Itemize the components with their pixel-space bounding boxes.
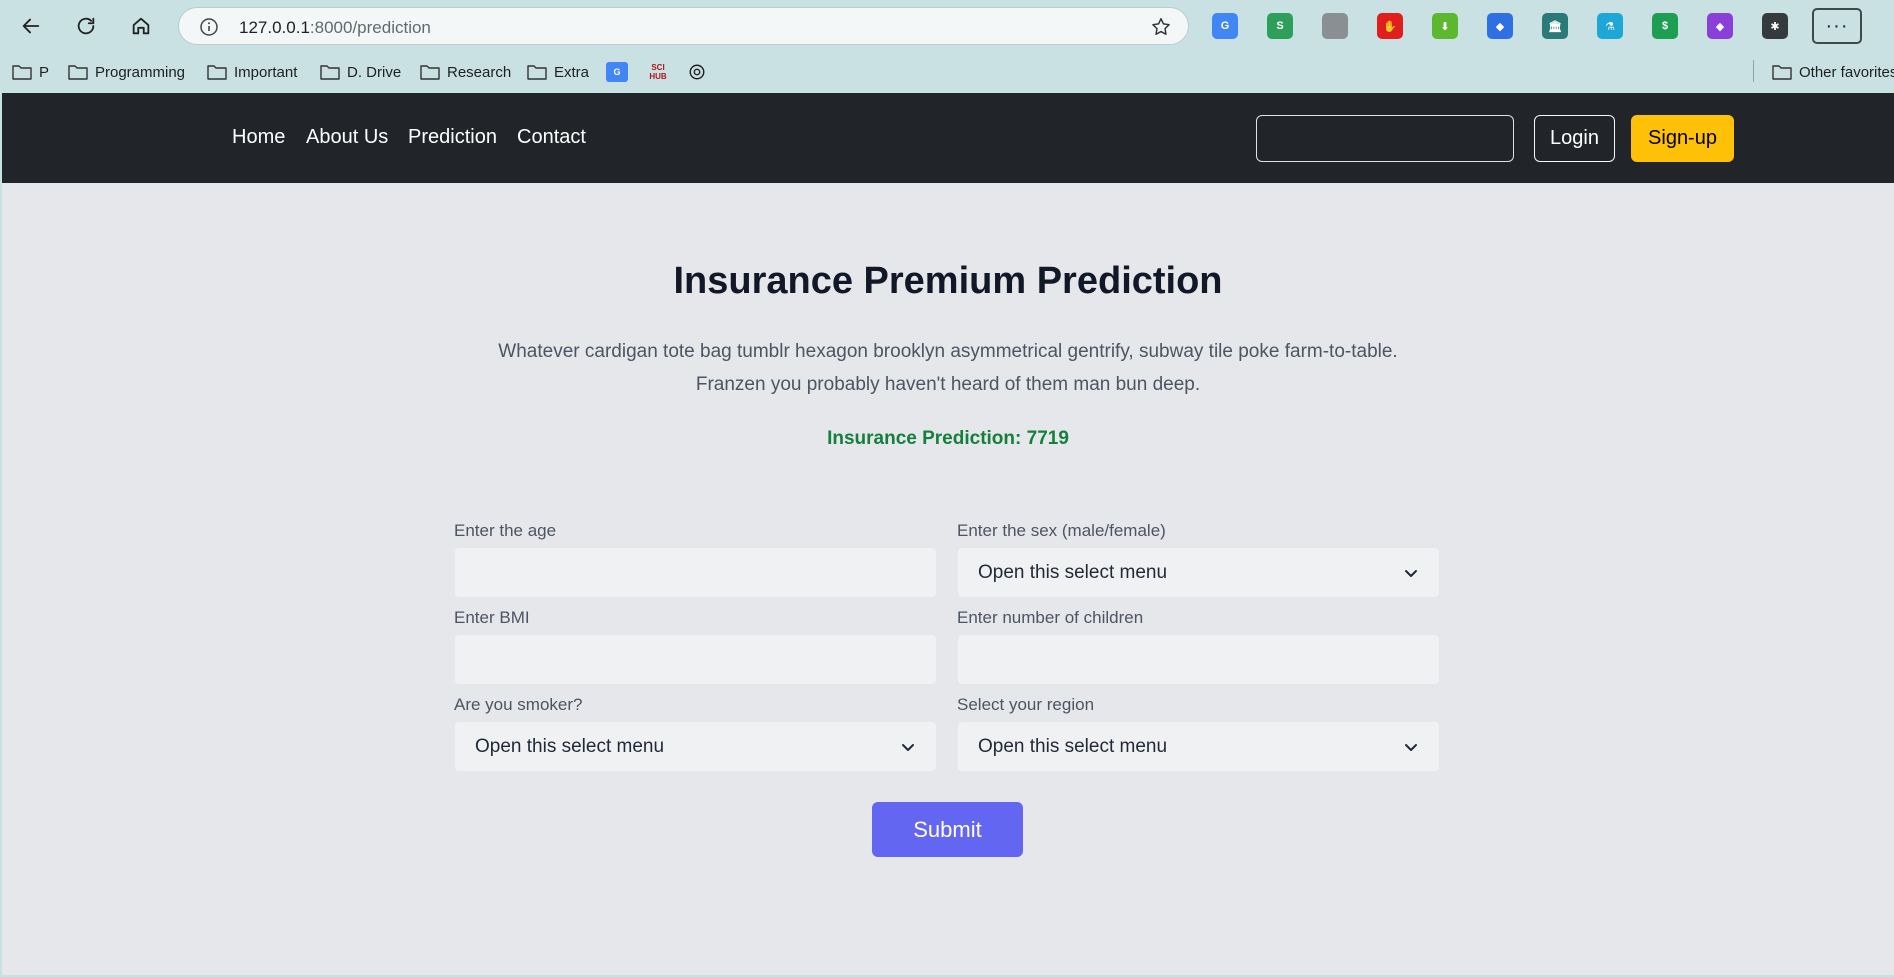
adblock-icon[interactable]: ✋	[1377, 13, 1403, 39]
smoker-select[interactable]: Open this select menu	[454, 721, 937, 772]
bookmark-folder-other-favorites[interactable]: Other favorites	[1772, 61, 1894, 83]
back-button[interactable]	[15, 10, 47, 42]
region-select[interactable]: Open this select menu	[957, 721, 1440, 772]
bmi-input[interactable]	[454, 634, 937, 685]
sex-select[interactable]: Open this select menu	[957, 547, 1440, 598]
browser-toolbar: 127.0.0.1:8000/prediction G S ✋ ⬇ ◆ 🏛 ⚗ $ ◆ ✱ ···	[0, 0, 1894, 52]
address-bar[interactable]: 127.0.0.1:8000/prediction	[178, 7, 1189, 45]
nav-link-home[interactable]: Home	[232, 126, 285, 149]
page-viewport: Home About Us Prediction Contact Login S…	[2, 93, 1894, 975]
age-label: Enter the age	[454, 521, 557, 540]
bookmark-label: Other favorites	[1799, 63, 1894, 81]
bookmarks-divider	[1753, 60, 1754, 82]
login-button[interactable]: Login	[1534, 115, 1615, 162]
download-arrow-icon[interactable]: ⬇	[1432, 13, 1458, 39]
header-search-input[interactable]	[1256, 115, 1514, 162]
url-host: 127.0.0.1	[239, 18, 310, 37]
folder-icon	[12, 65, 32, 80]
openai-logo-icon	[689, 64, 705, 80]
bookmark-label: Programming	[95, 63, 186, 81]
nav-link-prediction[interactable]: Prediction	[408, 126, 497, 149]
google-translate-icon[interactable]: G	[1212, 13, 1238, 39]
chevron-down-icon	[1405, 744, 1417, 751]
description-line-2: Franzen you probably haven't heard of th…	[695, 374, 1201, 395]
reload-icon	[77, 17, 95, 35]
bank-icon[interactable]: 🏛	[1542, 13, 1568, 39]
folder-icon	[207, 65, 227, 80]
bookmarks-bar: P Programming Important D. Drive Researc…	[0, 52, 1894, 90]
url-text: 127.0.0.1:8000/prediction	[239, 18, 431, 38]
sex-select-value: Open this select menu	[978, 562, 1168, 583]
folder-icon	[68, 65, 88, 80]
home-button[interactable]	[125, 10, 157, 42]
calendar-icon[interactable]: $	[1652, 13, 1678, 39]
children-input[interactable]	[957, 634, 1440, 685]
submit-button[interactable]: Submit	[872, 802, 1023, 857]
chevron-down-icon	[1405, 570, 1417, 577]
purple-app-icon[interactable]: ◆	[1707, 13, 1733, 39]
bookmark-label: Research	[447, 63, 512, 81]
document-icon[interactable]	[1322, 13, 1348, 39]
sheets-extension-icon[interactable]: S	[1267, 13, 1293, 39]
folder-icon	[1772, 65, 1792, 80]
back-arrow-icon	[22, 18, 40, 34]
url-path: :8000/prediction	[309, 18, 431, 37]
signup-button[interactable]: Sign-up	[1631, 115, 1734, 162]
bookmark-folder-research[interactable]: Research	[420, 61, 511, 83]
folder-icon	[527, 65, 547, 80]
page-title: Insurance Premium Prediction	[673, 260, 1223, 302]
bookmark-label: D. Drive	[347, 63, 402, 81]
site-header: Home About Us Prediction Contact Login S…	[2, 93, 1894, 183]
bookmark-label: Important	[234, 63, 298, 81]
bookmark-folder-d-drive[interactable]: D. Drive	[320, 61, 401, 83]
google-translate-bookmark-icon[interactable]: G	[606, 62, 628, 82]
settings-more-button[interactable]: ···	[1812, 8, 1862, 44]
chevron-down-icon	[902, 744, 914, 751]
bookmark-folder-programming[interactable]: Programming	[68, 61, 185, 83]
sex-label: Enter the sex (male/female)	[957, 521, 1166, 540]
children-label: Enter number of children	[957, 608, 1144, 627]
home-icon	[132, 17, 150, 35]
folder-icon	[320, 65, 340, 80]
bookmark-folder-p[interactable]: P	[12, 61, 49, 83]
sci-hub-label: SCI HUB	[649, 63, 667, 81]
age-input[interactable]	[454, 547, 937, 598]
site-info-icon[interactable]	[199, 17, 219, 37]
nav-link-contact[interactable]: Contact	[517, 126, 586, 149]
bookmark-folder-important[interactable]: Important	[207, 61, 297, 83]
chatgpt-bookmark-icon[interactable]	[686, 62, 708, 82]
smoker-select-value: Open this select menu	[475, 736, 665, 757]
nav-link-about-us[interactable]: About Us	[306, 126, 388, 149]
bmi-label: Enter BMI	[454, 608, 530, 627]
region-label: Select your region	[957, 695, 1095, 714]
smoker-label: Are you smoker?	[454, 695, 583, 714]
reload-button[interactable]	[70, 10, 102, 42]
region-select-value: Open this select menu	[978, 736, 1168, 757]
description-line-1: Whatever cardigan tote bag tumblr hexago…	[498, 341, 1398, 362]
folder-icon	[420, 65, 440, 80]
bookmark-folder-extra[interactable]: Extra	[527, 61, 589, 83]
layer-icon[interactable]: ◆	[1487, 13, 1513, 39]
page-description: Whatever cardigan tote bag tumblr hexago…	[442, 335, 1454, 401]
bookmark-label: P	[39, 63, 50, 81]
favorite-star-icon[interactable]	[1150, 16, 1172, 38]
bookmark-label: Extra	[554, 63, 590, 81]
puzzle-icon[interactable]: ✱	[1762, 13, 1788, 39]
lab-icon[interactable]: ⚗	[1597, 13, 1623, 39]
prediction-result: Insurance Prediction: 7719	[827, 428, 1069, 449]
sci-hub-bookmark-icon[interactable]: SCI HUB	[646, 62, 670, 82]
